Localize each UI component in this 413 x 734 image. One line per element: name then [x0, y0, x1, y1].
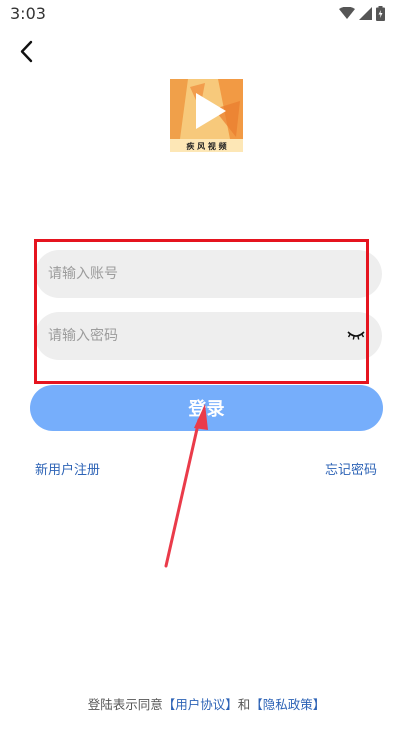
forgot-password-link[interactable]: 忘记密码 — [325, 459, 377, 478]
eye-closed-icon[interactable] — [347, 330, 365, 342]
chevron-left-icon — [20, 40, 33, 63]
wifi-icon — [339, 7, 355, 19]
login-button[interactable]: 登录 — [30, 385, 383, 431]
password-input[interactable] — [35, 312, 382, 360]
account-input[interactable] — [35, 250, 382, 298]
agreement-prefix: 登陆表示同意 — [87, 697, 163, 712]
status-time: 3:03 — [10, 4, 46, 23]
agreement-text: 登陆表示同意【用户协议】和【隐私政策】 — [0, 694, 413, 713]
register-link[interactable]: 新用户注册 — [35, 459, 100, 478]
status-icons — [339, 6, 385, 21]
account-field[interactable] — [35, 250, 382, 298]
user-agreement-link[interactable]: 【用户协议】 — [163, 697, 238, 712]
password-field[interactable] — [35, 312, 382, 360]
privacy-policy-link[interactable]: 【隐私政策】 — [250, 697, 325, 712]
app-logo: 疾 风 视 频 — [170, 79, 243, 152]
signal-icon — [359, 7, 372, 20]
agreement-and: 和 — [237, 697, 251, 712]
logo-caption: 疾 风 视 频 — [186, 141, 226, 151]
status-bar: 3:03 — [0, 0, 413, 28]
battery-icon — [376, 6, 385, 21]
back-button[interactable] — [14, 38, 42, 66]
